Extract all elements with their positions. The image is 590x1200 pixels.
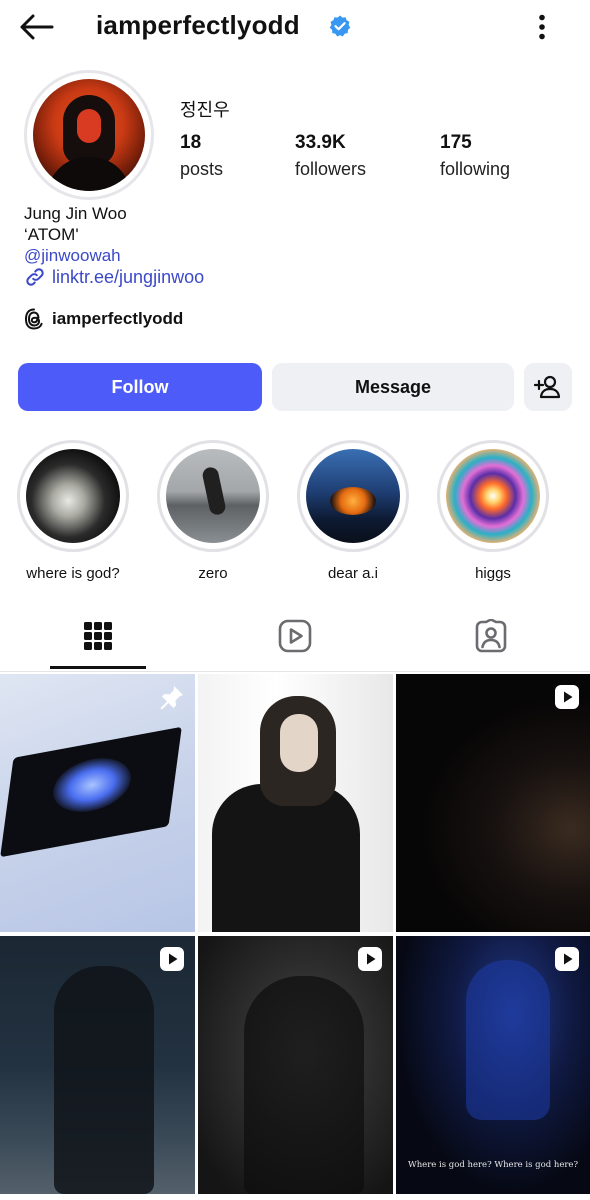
stat-posts-label: posts bbox=[180, 159, 224, 179]
bio-line: ‘ATOM' bbox=[24, 225, 79, 244]
bio: Jung Jin Woo ‘ATOM' @jinwoowah bbox=[24, 203, 127, 266]
tab-tagged[interactable] bbox=[443, 602, 539, 670]
stat-followers-label: followers bbox=[295, 159, 367, 179]
avatar-body bbox=[47, 157, 131, 191]
stat-posts-value: 18 bbox=[180, 132, 202, 153]
tab-selected-indicator bbox=[50, 666, 146, 669]
post-image-figure bbox=[212, 784, 360, 932]
follow-button[interactable]: Follow bbox=[18, 363, 262, 411]
post-image-face bbox=[280, 714, 318, 772]
stat-following[interactable]: 175 following bbox=[440, 132, 510, 180]
add-user-icon bbox=[534, 375, 561, 399]
avatar-face bbox=[77, 109, 101, 143]
reels-icon bbox=[278, 619, 312, 653]
post-tile[interactable] bbox=[198, 674, 393, 932]
highlight-item[interactable]: where is god? bbox=[17, 440, 129, 582]
highlight-ring bbox=[297, 440, 409, 552]
reel-icon bbox=[160, 947, 184, 971]
tab-reels[interactable] bbox=[247, 602, 343, 670]
threads-link[interactable]: iamperfectlyodd bbox=[24, 308, 183, 330]
reel-icon bbox=[358, 947, 382, 971]
highlight-item[interactable]: zero bbox=[157, 440, 269, 582]
stat-followers-value: 33.9K bbox=[295, 132, 346, 153]
highlight-item[interactable]: higgs bbox=[437, 440, 549, 582]
more-vertical-icon bbox=[539, 14, 545, 40]
external-link-text: linktr.ee/jungjinwoo bbox=[52, 266, 205, 287]
highlight-label: zero bbox=[198, 565, 228, 582]
highlight-cover bbox=[446, 449, 540, 543]
profile-username: iamperfectlyodd bbox=[96, 10, 300, 40]
stat-following-label: following bbox=[440, 159, 511, 179]
tab-posts-grid[interactable] bbox=[50, 602, 146, 670]
highlight-label: dear a.i bbox=[327, 565, 379, 582]
suggest-users-button[interactable] bbox=[524, 363, 572, 411]
highlight-ring bbox=[437, 440, 549, 552]
tagged-icon bbox=[475, 619, 507, 653]
pin-icon bbox=[160, 686, 183, 710]
post-image-caption: Where is god here? Where is god here? bbox=[407, 1160, 579, 1170]
post-tile[interactable] bbox=[198, 936, 393, 1194]
bio-name: Jung Jin Woo bbox=[24, 204, 127, 223]
link-icon bbox=[26, 268, 44, 286]
reel-icon bbox=[555, 685, 579, 709]
highlight-label: where is god? bbox=[26, 565, 120, 582]
highlight-cover bbox=[26, 449, 120, 543]
post-tile[interactable] bbox=[0, 674, 195, 932]
threads-handle: iamperfectlyodd bbox=[52, 309, 184, 328]
stat-following-value: 175 bbox=[440, 132, 472, 153]
reel-icon bbox=[555, 947, 579, 971]
external-link[interactable]: linktr.ee/jungjinwoo bbox=[24, 266, 204, 288]
highlight-label: higgs bbox=[475, 565, 511, 582]
profile-tabs bbox=[0, 602, 590, 672]
verified-badge-icon bbox=[329, 15, 351, 37]
top-bar: iamperfectlyodd bbox=[0, 0, 590, 56]
post-image-figure bbox=[466, 960, 550, 1120]
back-button[interactable] bbox=[16, 10, 56, 44]
highlight-cover bbox=[306, 449, 400, 543]
bio-mention-link[interactable]: @jinwoowah bbox=[24, 245, 127, 266]
threads-icon bbox=[24, 308, 43, 330]
grid-icon bbox=[84, 622, 112, 650]
stat-posts[interactable]: 18 posts bbox=[180, 132, 223, 180]
post-tile[interactable] bbox=[0, 936, 195, 1194]
more-options-button[interactable] bbox=[528, 10, 556, 44]
highlight-ring bbox=[157, 440, 269, 552]
display-name: 정진우 bbox=[180, 100, 230, 121]
highlight-ring bbox=[17, 440, 129, 552]
post-image-figure bbox=[54, 966, 154, 1194]
stat-followers[interactable]: 33.9K followers bbox=[295, 132, 366, 180]
post-tile[interactable]: Where is god here? Where is god here? bbox=[396, 936, 590, 1194]
highlight-cover bbox=[166, 449, 260, 543]
avatar bbox=[33, 79, 145, 191]
post-image-figure bbox=[244, 976, 364, 1194]
message-button[interactable]: Message bbox=[272, 363, 514, 411]
highlight-item[interactable]: dear a.i bbox=[297, 440, 409, 582]
post-tile[interactable] bbox=[396, 674, 590, 932]
arrow-left-icon bbox=[20, 14, 54, 40]
profile-avatar-ring[interactable] bbox=[24, 70, 154, 200]
